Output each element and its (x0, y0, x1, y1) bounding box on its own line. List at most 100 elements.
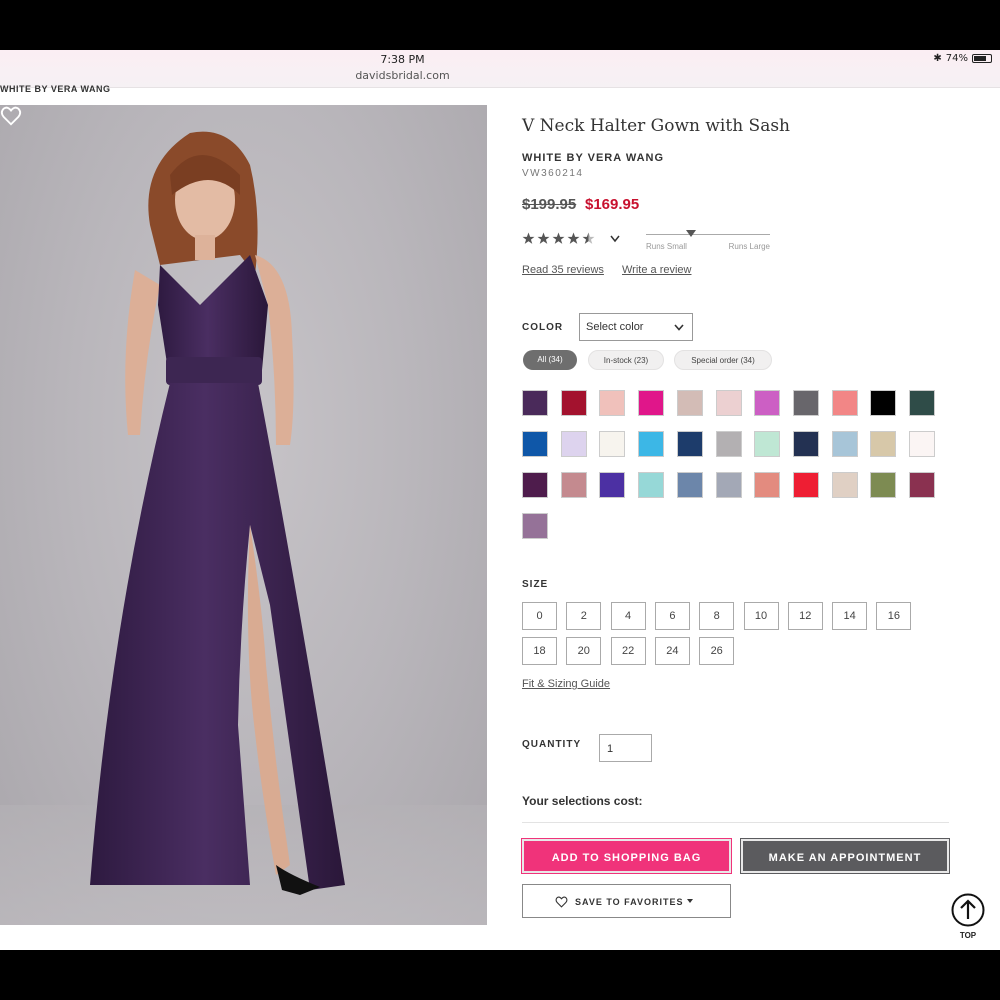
caret-down-icon[interactable] (687, 899, 693, 903)
product-title: V Neck Halter Gown with Sash (522, 116, 791, 136)
size-option[interactable]: 14 (832, 602, 868, 630)
size-option[interactable]: 26 (699, 637, 735, 665)
size-label: SIZE (522, 579, 549, 590)
fit-sizing-guide-link[interactable]: Fit & Sizing Guide (522, 678, 610, 690)
color-select-value: Select color (586, 321, 644, 333)
color-swatch[interactable] (909, 390, 935, 416)
star-icon (537, 232, 550, 244)
color-swatch[interactable] (638, 472, 665, 498)
color-swatches (522, 390, 942, 542)
color-swatch[interactable] (909, 472, 935, 498)
color-swatch[interactable] (792, 431, 819, 457)
color-swatch[interactable] (676, 431, 703, 457)
read-reviews-link[interactable]: Read 35 reviews (522, 264, 604, 276)
color-swatch[interactable] (754, 390, 781, 416)
color-swatch[interactable] (599, 390, 626, 416)
chevron-down-icon (674, 324, 684, 331)
color-swatch[interactable] (754, 431, 781, 457)
sale-price: $169.95 (585, 196, 640, 213)
make-appointment-button[interactable]: MAKE AN APPOINTMENT (740, 838, 950, 874)
color-swatch[interactable] (522, 513, 548, 539)
fit-scale: Runs Small Runs Large (646, 230, 770, 254)
color-swatch[interactable] (638, 390, 665, 416)
color-swatch[interactable] (792, 472, 819, 498)
filter-all[interactable]: All (34) (523, 350, 577, 370)
color-swatch[interactable] (676, 390, 703, 416)
status-bar: 7:38 PM davidsbridal.com ✱ 74% (0, 50, 1000, 88)
selections-cost: Your selections cost: (522, 794, 643, 808)
size-option[interactable]: 6 (654, 602, 690, 630)
star-icon (582, 232, 595, 244)
star-icon (522, 232, 535, 244)
size-option[interactable]: 8 (699, 602, 735, 630)
quantity-label: QUANTITY (522, 739, 582, 750)
color-swatch[interactable] (715, 472, 742, 498)
size-option[interactable]: 4 (610, 602, 646, 630)
filter-in-stock[interactable]: In-stock (23) (588, 350, 664, 370)
size-option[interactable]: 2 (566, 602, 602, 630)
battery-percent: 74% (945, 53, 968, 64)
divider (522, 822, 949, 823)
color-swatch[interactable] (831, 472, 858, 498)
product-brand[interactable]: WHITE BY VERA WANG (522, 152, 664, 164)
color-swatch[interactable] (870, 390, 897, 416)
back-to-top-label[interactable]: TOP (951, 931, 985, 940)
save-to-favorites-button[interactable]: SAVE TO FAVORITES (522, 884, 731, 918)
size-option[interactable]: 0 (522, 602, 557, 630)
model-illustration (0, 131, 487, 925)
color-swatch[interactable] (831, 390, 858, 416)
size-option[interactable]: 20 (566, 637, 602, 665)
color-swatch[interactable] (870, 431, 897, 457)
color-swatch[interactable] (560, 472, 587, 498)
fit-runs-small: Runs Small (646, 242, 687, 251)
chevron-down-icon[interactable] (610, 235, 620, 243)
battery-fill (974, 56, 986, 61)
color-swatch[interactable] (676, 472, 703, 498)
browser-screen: 7:38 PM davidsbridal.com ✱ 74% WHITE BY … (0, 50, 1000, 950)
product-photo[interactable] (0, 105, 487, 925)
battery-icon (972, 54, 992, 63)
back-to-top-icon[interactable] (951, 893, 985, 927)
color-swatch[interactable] (909, 431, 935, 457)
color-swatch[interactable] (560, 390, 587, 416)
filter-special-order[interactable]: Special order (34) (674, 350, 772, 370)
favorite-heart-icon[interactable] (0, 105, 22, 127)
star-icon (552, 232, 565, 244)
add-to-bag-button[interactable]: ADD TO SHOPPING BAG (521, 838, 732, 874)
heart-icon (555, 896, 568, 908)
fit-scale-line (646, 234, 770, 235)
quantity-input[interactable]: 1 (599, 734, 652, 762)
color-swatch[interactable] (560, 431, 587, 457)
address-bar-url[interactable]: davidsbridal.com (0, 69, 805, 82)
color-swatch[interactable] (599, 472, 626, 498)
product-sku: VW360214 (522, 168, 584, 179)
size-option[interactable]: 16 (876, 602, 912, 630)
save-to-favorites-label: SAVE TO FAVORITES (575, 897, 684, 907)
size-option[interactable]: 12 (787, 602, 823, 630)
color-swatch[interactable] (599, 431, 626, 457)
brand-breadcrumb[interactable]: WHITE BY VERA WANG (0, 84, 111, 94)
star-icon (567, 232, 580, 244)
color-swatch[interactable] (715, 431, 742, 457)
size-option[interactable]: 24 (654, 637, 690, 665)
fit-scale-marker (686, 230, 696, 237)
color-swatch[interactable] (754, 472, 781, 498)
color-swatch[interactable] (831, 431, 858, 457)
status-time: 7:38 PM (380, 53, 425, 66)
size-option[interactable]: 10 (743, 602, 779, 630)
color-swatch[interactable] (638, 431, 665, 457)
color-swatch[interactable] (715, 390, 742, 416)
write-review-link[interactable]: Write a review (622, 264, 691, 276)
bluetooth-icon: ✱ (933, 53, 942, 64)
rating-stars[interactable] (522, 232, 595, 245)
color-swatch[interactable] (870, 472, 897, 498)
size-option[interactable]: 22 (610, 637, 646, 665)
original-price: $199.95 (522, 196, 577, 213)
color-swatch[interactable] (792, 390, 819, 416)
color-swatch[interactable] (522, 472, 548, 498)
size-option[interactable]: 18 (522, 637, 557, 665)
color-label: COLOR (522, 322, 564, 333)
color-select[interactable]: Select color (579, 313, 693, 341)
color-swatch[interactable] (522, 390, 548, 416)
color-swatch[interactable] (522, 431, 548, 457)
